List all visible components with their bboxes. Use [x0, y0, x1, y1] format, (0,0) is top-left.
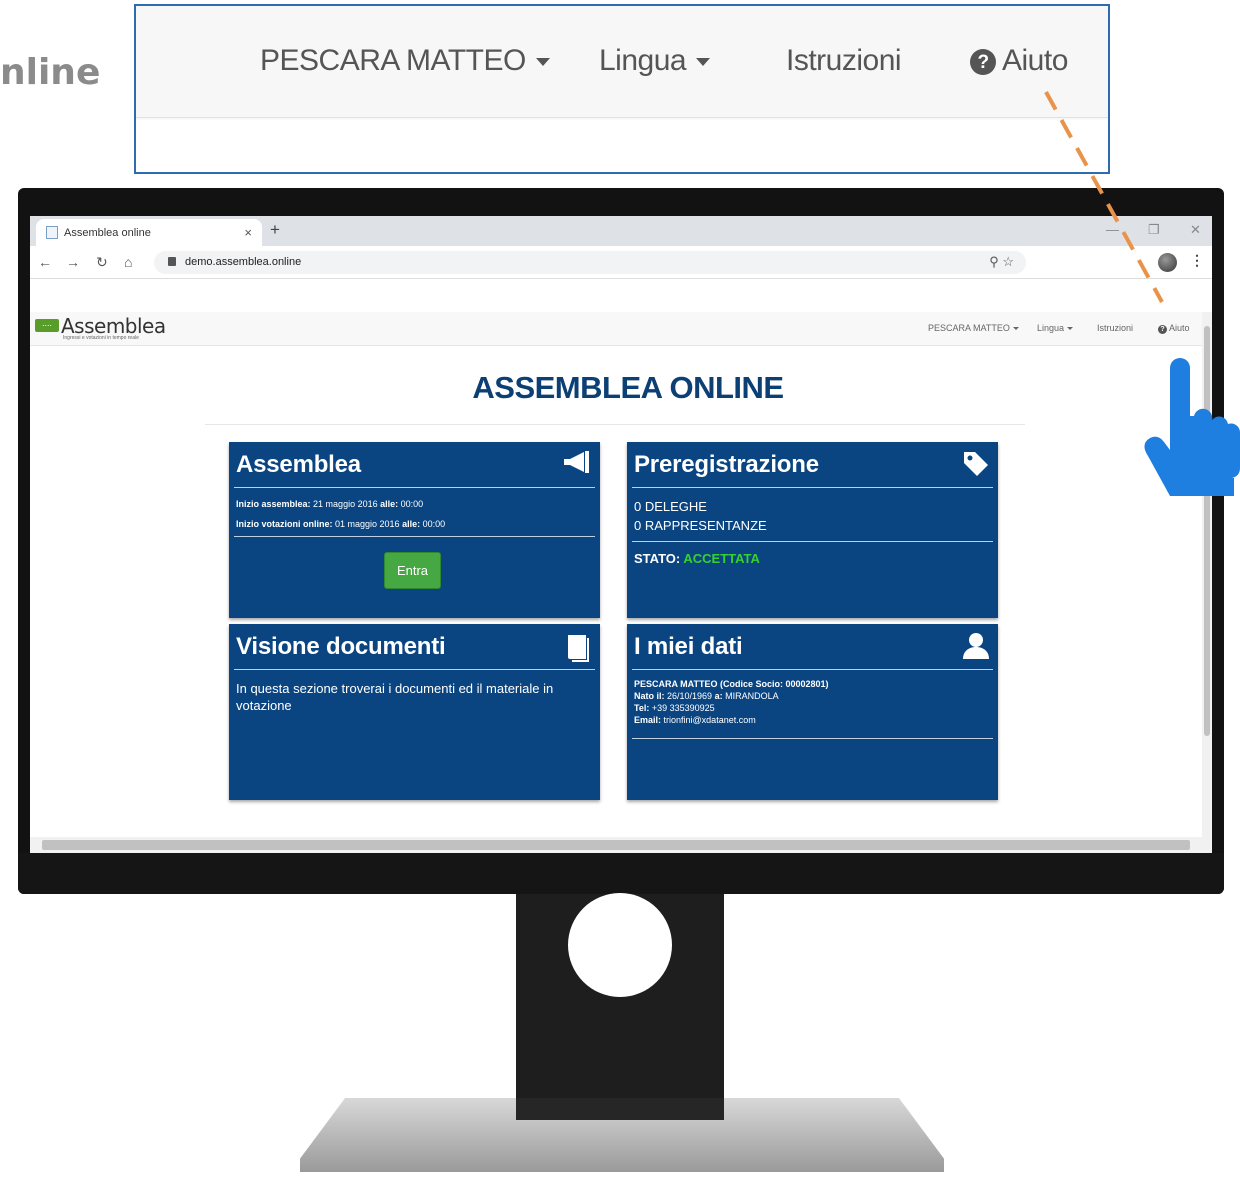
member-name: PESCARA MATTEO (Codice Socio: 00002801): [634, 679, 829, 689]
logo-subtitle: Ingressi e votazioni in tempo reale: [63, 335, 139, 341]
background-title: nline: [0, 52, 101, 93]
pointer-dash-line: [1044, 91, 1164, 303]
entra-button[interactable]: Entra: [384, 552, 441, 589]
zoom-aiuto-label: Aiuto: [1002, 44, 1068, 77]
zoom-aiuto-link[interactable]: ? Aiuto: [970, 44, 1068, 78]
phone-line: Tel: +39 335390925: [634, 703, 715, 713]
new-tab-button[interactable]: +: [270, 220, 280, 240]
tab-title: Assemblea online: [64, 227, 151, 239]
zoom-user-dropdown[interactable]: PESCARA MATTEO: [260, 44, 550, 78]
rappresentanze-count: 0 RAPPRESENTANZE: [634, 518, 767, 533]
reload-icon[interactable]: ↻: [96, 254, 108, 271]
question-circle-icon: ?: [1158, 325, 1167, 334]
hand-pointer-icon: [1144, 358, 1240, 496]
horizontal-scroll-thumb[interactable]: [42, 840, 1190, 850]
inizio-assemblea-line: Inizio assemblea: 21 maggio 2016 alle: 0…: [236, 499, 424, 509]
card-divider: [632, 738, 993, 739]
monitor-chin: [18, 853, 1224, 894]
book-icon: [564, 632, 592, 668]
user-dropdown[interactable]: PESCARA MATTEO: [928, 323, 1019, 333]
aiuto-link[interactable]: ? Aiuto: [1158, 323, 1190, 334]
favicon-icon: [46, 226, 58, 239]
page: nline PESCARA MATTEO Lingua Istruzioni ?…: [0, 0, 1240, 1182]
page-title: ASSEMBLEA ONLINE: [472, 370, 784, 405]
zoom-lingua-dropdown[interactable]: Lingua: [599, 44, 711, 78]
documenti-description: In questa sezione troverai i documenti e…: [236, 681, 554, 713]
chevron-down-icon: [1012, 327, 1019, 331]
forward-icon[interactable]: →: [66, 254, 80, 270]
card-divider: [632, 541, 993, 542]
istruzioni-link[interactable]: Istruzioni: [1097, 323, 1133, 333]
lock-icon: [168, 257, 176, 266]
zoom-istruzioni-link[interactable]: Istruzioni: [786, 44, 902, 78]
chevron-down-icon: [1067, 327, 1074, 331]
lingua-label: Lingua: [1037, 323, 1065, 333]
card-title: Visione documenti: [236, 633, 446, 660]
card-title: Preregistrazione: [634, 451, 819, 478]
question-circle-icon: ?: [970, 49, 996, 75]
monitor-base-joint: [516, 1098, 724, 1120]
card-divider: [234, 487, 595, 488]
user-label: PESCARA MATTEO: [928, 323, 1010, 333]
chevron-down-icon: [696, 58, 711, 67]
aiuto-label: Aiuto: [1169, 323, 1190, 333]
card-title: I miei dati: [634, 633, 743, 660]
stato-line: STATO: ACCETTATA: [634, 551, 760, 566]
birth-line: Nato il: 26/10/1969 a: MIRANDOLA: [634, 691, 779, 701]
back-icon[interactable]: ←: [38, 254, 52, 270]
zoom-user-label: PESCARA MATTEO: [260, 44, 526, 77]
card-divider: [234, 669, 595, 670]
menu-dots-icon[interactable]: ⋮: [1190, 252, 1204, 269]
card-miei-dati: I miei dati PESCARA MATTEO (Codice Socio…: [627, 624, 998, 800]
user-icon: [962, 632, 990, 666]
monitor-neck-hole: [568, 893, 672, 997]
card-divider: [632, 487, 993, 488]
card-visione-documenti: Visione documenti In questa sezione trov…: [229, 624, 600, 800]
zoom-search-icon[interactable]: ⚲ ☆: [989, 254, 1014, 270]
card-divider: [234, 536, 595, 537]
stato-value: ACCETTATA: [683, 551, 760, 566]
home-icon[interactable]: ⌂: [124, 254, 132, 270]
zoom-callout: PESCARA MATTEO Lingua Istruzioni ? Aiuto: [134, 4, 1110, 174]
url-text: demo.assemblea.online: [185, 256, 302, 268]
zoom-navbar: PESCARA MATTEO Lingua Istruzioni ? Aiuto: [136, 6, 1108, 118]
inizio-votazioni-line: Inizio votazioni online: 01 maggio 2016 …: [236, 519, 446, 529]
chevron-down-icon: [535, 58, 550, 67]
address-bar[interactable]: demo.assemblea.online ⚲ ☆: [154, 251, 1026, 274]
logo-icon: ....: [35, 319, 59, 332]
tab-strip: Assemblea online × + — ❐ ✕: [30, 216, 1212, 246]
email-line: Email: trionfini@xdatanet.com: [634, 715, 756, 725]
card-assemblea: Assemblea Inizio assemblea: 21 maggio 20…: [229, 442, 600, 618]
browser-window: Assemblea online × + — ❐ ✕ ← → ↻ ⌂ demo.…: [30, 216, 1212, 853]
site-navbar: .... Assemblea Ingressi e votazioni in t…: [30, 312, 1202, 346]
title-divider: [205, 424, 1025, 425]
zoom-lingua-label: Lingua: [599, 44, 687, 77]
close-tab-icon[interactable]: ×: [244, 225, 252, 240]
lingua-dropdown[interactable]: Lingua: [1037, 323, 1074, 333]
deleghe-count: 0 DELEGHE: [634, 499, 707, 514]
card-preregistrazione: Preregistrazione 0 DELEGHE 0 RAPPRESENTA…: [627, 442, 998, 618]
browser-tab[interactable]: Assemblea online ×: [36, 219, 262, 246]
card-divider: [632, 669, 993, 670]
megaphone-icon: [562, 450, 592, 480]
browser-toolbar: ← → ↻ ⌂ demo.assemblea.online ⚲ ☆ ⋮: [30, 246, 1212, 279]
close-window-icon[interactable]: ✕: [1190, 222, 1201, 238]
card-title: Assemblea: [236, 451, 361, 478]
tag-icon: [962, 450, 990, 484]
